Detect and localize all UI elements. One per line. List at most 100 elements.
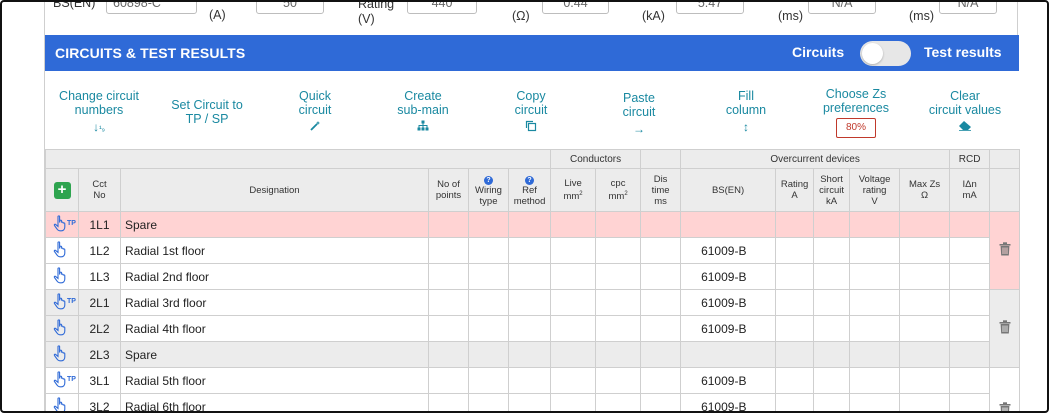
cell[interactable] [468, 367, 509, 394]
cell[interactable] [775, 211, 815, 238]
cell[interactable] [550, 211, 597, 238]
cell[interactable] [640, 211, 682, 238]
bs-field[interactable]: 60898-C [106, 2, 197, 14]
row-select[interactable] [45, 341, 79, 368]
fill-column-button[interactable]: Fill column ↕ [718, 89, 774, 134]
cell[interactable] [428, 211, 469, 238]
cell[interactable] [428, 237, 469, 264]
cell[interactable] [775, 393, 815, 411]
cell[interactable] [849, 341, 901, 368]
cell[interactable] [813, 393, 851, 411]
designation-cell[interactable]: Spare [120, 341, 429, 368]
cell[interactable] [507, 341, 552, 368]
cell[interactable] [640, 263, 682, 290]
cell[interactable] [949, 237, 991, 264]
cct-cell[interactable]: 2L3 [78, 341, 121, 368]
cell[interactable] [949, 341, 991, 368]
cell[interactable] [595, 289, 642, 316]
row-select[interactable] [45, 237, 79, 264]
cell[interactable] [775, 263, 815, 290]
quick-circuit-button[interactable]: Quick circuit [285, 89, 345, 135]
cell[interactable] [813, 289, 851, 316]
add-icon[interactable]: + [53, 181, 71, 199]
table-row[interactable]: 2L3 Spare [45, 341, 1020, 368]
cell[interactable] [775, 289, 815, 316]
clear-circuit-values-button[interactable]: Clear circuit values [923, 89, 1007, 134]
cell[interactable] [775, 315, 815, 342]
cell[interactable] [775, 237, 815, 264]
cell[interactable] [949, 393, 991, 411]
table-row[interactable]: 2L2 Radial 4th floor 61009-B [45, 315, 1020, 342]
cell[interactable] [849, 263, 901, 290]
cell[interactable] [949, 367, 991, 394]
designation-cell[interactable]: Spare [120, 211, 429, 238]
cell[interactable] [813, 237, 851, 264]
cell[interactable] [507, 289, 552, 316]
cell[interactable] [428, 315, 469, 342]
cct-cell[interactable]: 1L2 [78, 237, 121, 264]
cell[interactable] [507, 367, 552, 394]
cell[interactable] [899, 315, 951, 342]
cell[interactable] [468, 237, 509, 264]
cell[interactable] [595, 315, 642, 342]
cell[interactable] [595, 211, 642, 238]
create-sub-main-button[interactable]: Create sub-main [385, 89, 461, 134]
paste-circuit-button[interactable]: Paste circuit → [611, 91, 667, 136]
cell[interactable] [849, 393, 901, 411]
table-row[interactable]: TP 1L1 Spare [45, 211, 1021, 290]
ms-field-1[interactable]: N/A [808, 2, 876, 14]
designation-cell[interactable]: Radial 4th floor [120, 315, 429, 342]
table-row[interactable]: 1L2 Radial 1st floor 61009-B [45, 237, 1020, 264]
cct-cell[interactable]: 2L1 [78, 289, 121, 316]
cell[interactable] [640, 367, 682, 394]
cell[interactable] [640, 341, 682, 368]
cell[interactable] [813, 211, 851, 238]
cell[interactable] [595, 393, 642, 411]
cell[interactable] [899, 367, 951, 394]
cell[interactable] [507, 211, 552, 238]
cell[interactable] [899, 237, 951, 264]
change-circuit-numbers-button[interactable]: Change circuit numbers ↓¹₉ [55, 89, 143, 136]
cell[interactable] [507, 263, 552, 290]
cell[interactable] [640, 393, 682, 411]
cell[interactable] [468, 315, 509, 342]
cell[interactable] [813, 367, 851, 394]
cell[interactable] [595, 263, 642, 290]
cell[interactable] [468, 393, 509, 411]
cell[interactable] [468, 211, 509, 238]
cell[interactable] [640, 289, 682, 316]
designation-cell[interactable]: Radial 2nd floor [120, 263, 429, 290]
cct-cell[interactable]: 1L3 [78, 263, 121, 290]
table-row[interactable]: TP 3L1 Radial 5th floor 61009-B [45, 367, 1021, 411]
cell[interactable] [849, 367, 901, 394]
help-icon[interactable]: ? [525, 175, 535, 185]
row-select[interactable] [45, 315, 79, 342]
cell[interactable] [849, 211, 901, 238]
cell[interactable] [640, 237, 682, 264]
cell[interactable] [550, 315, 597, 342]
cell[interactable] [949, 263, 991, 290]
cct-cell[interactable]: 1L1 [78, 211, 121, 238]
bs-cell[interactable]: 61009-B [680, 263, 777, 290]
cell[interactable] [899, 263, 951, 290]
cell[interactable] [775, 367, 815, 394]
cell[interactable] [507, 393, 552, 411]
cct-cell[interactable]: 3L2 [78, 393, 121, 411]
designation-cell[interactable]: Radial 3rd floor [120, 289, 429, 316]
ohm-field[interactable]: 0.44 [542, 2, 609, 14]
bs-cell[interactable]: 61009-B [680, 393, 777, 411]
cct-cell[interactable]: 3L1 [78, 367, 121, 394]
cell[interactable] [550, 393, 597, 411]
volts-field[interactable]: 440 [407, 2, 477, 14]
bs-cell[interactable]: 61009-B [680, 367, 777, 394]
cell[interactable] [775, 341, 815, 368]
cell[interactable] [550, 289, 597, 316]
cell[interactable] [550, 341, 597, 368]
cell[interactable] [949, 211, 991, 238]
row-select[interactable] [45, 393, 79, 411]
set-tp-sp-button[interactable]: Set Circuit to TP / SP [167, 98, 247, 126]
row-select[interactable] [45, 263, 79, 290]
cell[interactable] [550, 263, 597, 290]
cell[interactable] [507, 315, 552, 342]
bs-cell[interactable] [680, 211, 777, 238]
